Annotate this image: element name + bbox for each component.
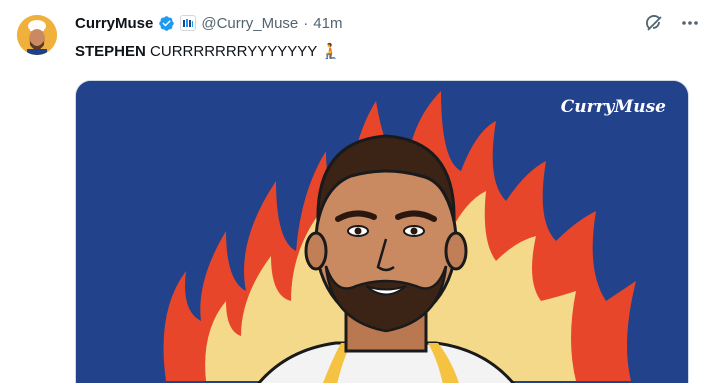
- kneeling-emoji: 🧎: [321, 43, 340, 60]
- tweet-text-rest: CURRRRRRRYYYYYYY: [145, 43, 322, 60]
- grok-icon: [646, 15, 662, 31]
- tweet-actions: [643, 12, 701, 34]
- affiliation-badge-icon: [183, 19, 194, 27]
- stephen-curry-illustration: [76, 81, 688, 383]
- avatar[interactable]: [17, 15, 57, 55]
- display-name[interactable]: CurryMuse: [75, 15, 153, 32]
- tweet-text-bold: STEPHEN: [75, 43, 146, 60]
- avatar-image: [17, 15, 57, 55]
- tweet-text: STEPHEN CURRRRRRRYYYYYYY 🧎: [75, 42, 340, 62]
- separator-dot: ·: [303, 14, 309, 32]
- more-button[interactable]: [679, 12, 701, 34]
- media-watermark: CurryMuse: [560, 97, 666, 117]
- timestamp[interactable]: 41m: [313, 15, 342, 32]
- verified-badge-icon: [159, 15, 175, 31]
- handle[interactable]: @Curry_Muse: [201, 15, 298, 32]
- affiliation-badge[interactable]: [180, 15, 197, 31]
- more-icon: [682, 21, 698, 25]
- tweet-media[interactable]: CurryMuse: [75, 80, 689, 383]
- tweet-header: CurryMuse @Curry_Muse · 41m: [75, 12, 342, 34]
- grok-button[interactable]: [643, 12, 665, 34]
